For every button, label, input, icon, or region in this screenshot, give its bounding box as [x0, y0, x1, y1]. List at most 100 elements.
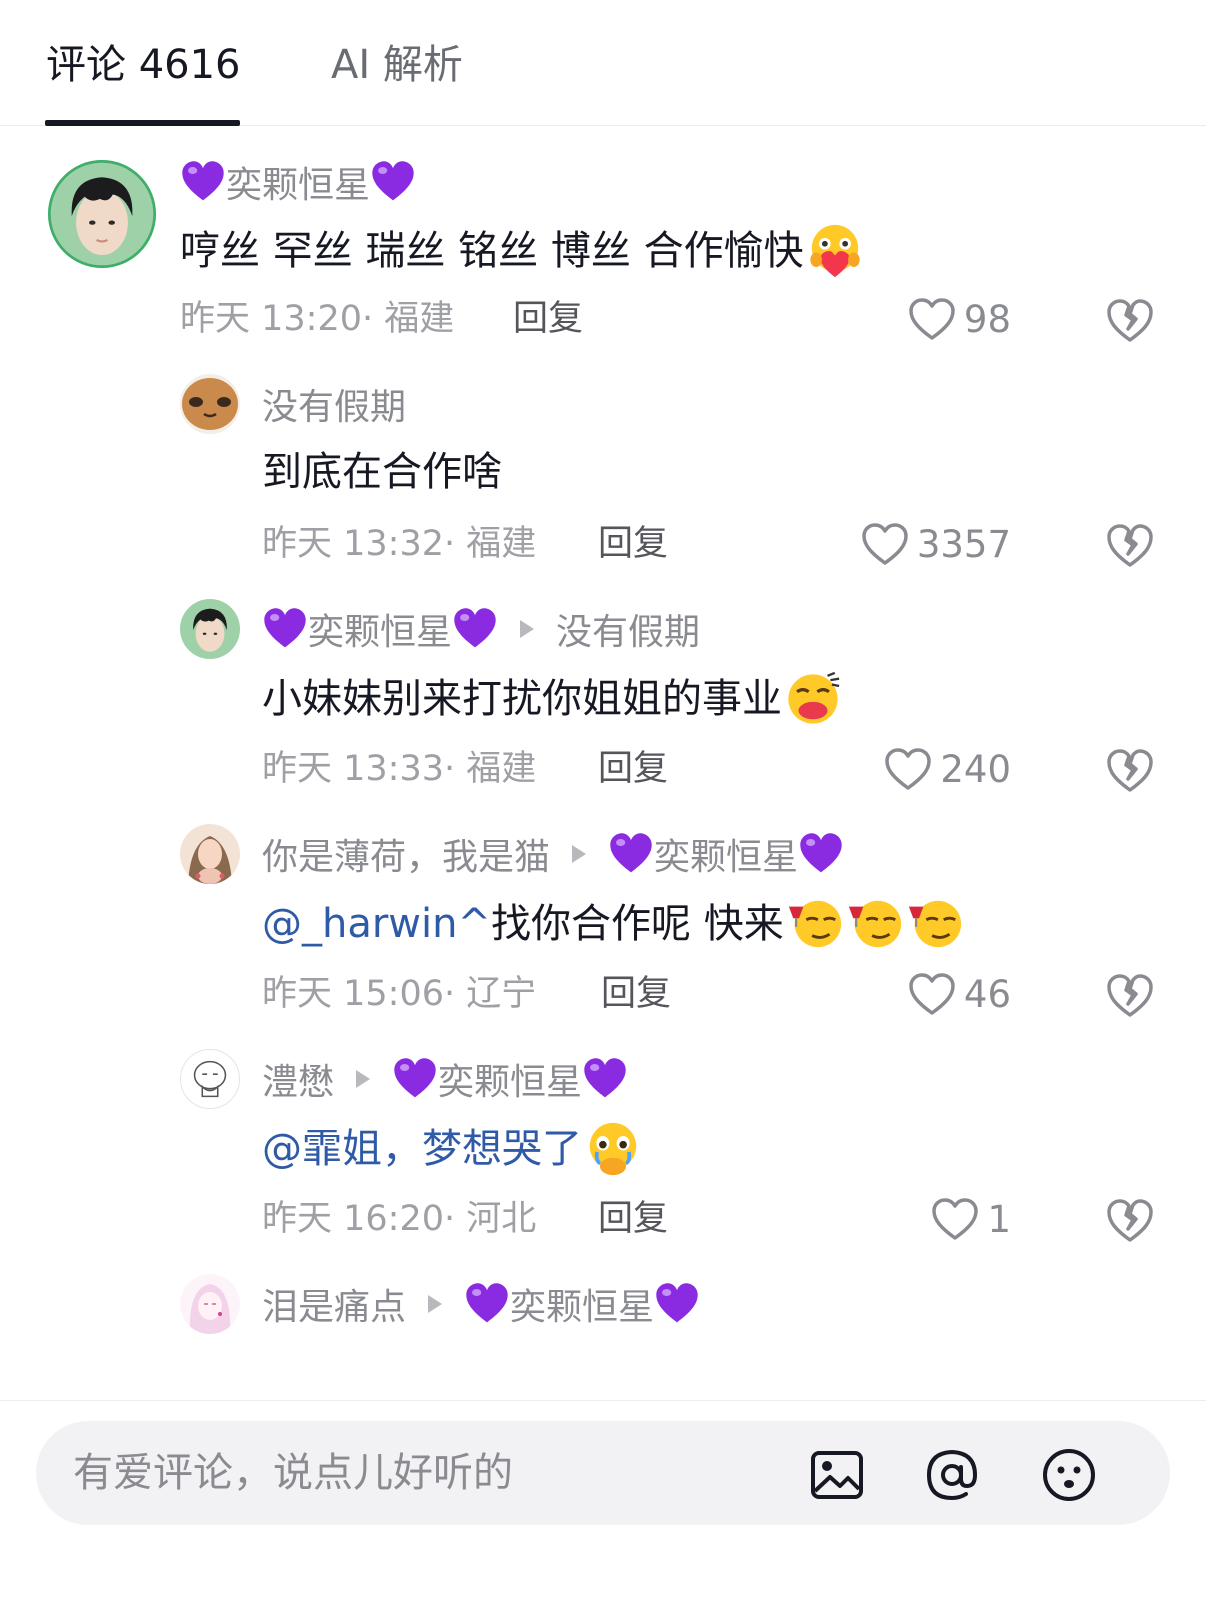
comment-list[interactable]: 奕颗恒星 哼丝 罕丝 瑞丝 铭丝 博丝 合作愉快 昨天 13:20· 福建 回复… — [0, 127, 1206, 1400]
holding-back-tears-emoji — [584, 1120, 642, 1178]
comment-text: 哼丝 罕丝 瑞丝 铭丝 博丝 合作愉快 — [180, 222, 864, 280]
comment-author: 泪是痛点 奕颗恒星 — [262, 1277, 700, 1331]
comment-input-bar: 有爱评论，说点儿好听的 — [0, 1400, 1206, 1608]
reply-item: 奕颗恒星 没有假期 小妹妹别来打扰你姐姐的事业 昨天 13:33· 福建 回复 … — [0, 577, 1206, 802]
reply-to-username[interactable]: 奕颗恒星 — [438, 1053, 582, 1105]
reply-item: 泪是痛点 奕颗恒星 — [0, 1252, 1206, 1400]
broken-heart-icon[interactable] — [1106, 972, 1154, 1018]
image-icon[interactable] — [808, 1446, 866, 1504]
username[interactable]: 澧懋 — [262, 1053, 334, 1105]
avatar[interactable] — [180, 374, 240, 434]
broken-heart-icon[interactable] — [1106, 1197, 1154, 1243]
comment-author: 没有假期 — [262, 377, 406, 431]
mention-link[interactable]: @霏姐 — [262, 1122, 382, 1176]
timestamp: 昨天 16:20 — [262, 1199, 444, 1239]
reply-button[interactable]: 回复 — [601, 972, 671, 1016]
comment-author: 奕颗恒星 没有假期 — [262, 602, 700, 656]
comment-tabs: 评论 4616 AI 解析 — [0, 0, 1206, 126]
purple-heart-emoji — [798, 831, 844, 877]
like-button[interactable]: 3357 — [861, 519, 1011, 569]
like-button[interactable]: 240 — [884, 744, 1011, 794]
purple-heart-emoji — [392, 1056, 438, 1102]
reply-item: 澧懋 奕颗恒星 @霏姐 ，梦想哭了 昨天 16:20· 河北 回复 1 — [0, 1027, 1206, 1252]
tab-ai-analysis[interactable]: AI 解析 — [331, 40, 463, 90]
timestamp: 昨天 13:20 — [180, 299, 362, 339]
mention-link[interactable]: @_harwin^ — [262, 897, 491, 951]
at-icon[interactable] — [923, 1446, 981, 1504]
comment-author: 澧懋 奕颗恒星 — [262, 1052, 628, 1106]
comment-meta: 昨天 16:20· 河北 — [262, 1199, 537, 1239]
purple-heart-emoji — [582, 1056, 628, 1102]
comment-body: 小妹妹别来打扰你姐姐的事业 — [262, 676, 782, 722]
reply-button[interactable]: 回复 — [598, 1197, 668, 1241]
avatar[interactable] — [180, 1049, 240, 1109]
like-button[interactable]: 98 — [908, 294, 1011, 344]
reply-arrow-icon — [520, 620, 535, 638]
location: 河北 — [466, 1199, 537, 1239]
like-count: 98 — [963, 297, 1011, 341]
purple-heart-emoji — [262, 606, 308, 652]
purple-heart-emoji — [370, 159, 416, 205]
avatar[interactable] — [180, 1274, 240, 1334]
smirk-wine-face-emoji — [786, 895, 844, 953]
purple-heart-emoji — [452, 606, 498, 652]
comment-meta: 昨天 13:20· 福建 — [180, 299, 455, 339]
avatar[interactable] — [48, 160, 156, 268]
like-count: 3357 — [916, 522, 1011, 566]
like-count: 46 — [963, 972, 1011, 1016]
comment-body: 哼丝 罕丝 瑞丝 铭丝 博丝 合作愉快 — [180, 228, 804, 274]
avatar[interactable] — [180, 824, 240, 884]
comment-text: @霏姐 ，梦想哭了 — [262, 1120, 642, 1178]
timestamp: 昨天 13:32 — [262, 524, 444, 564]
smiley-icon[interactable] — [1040, 1446, 1098, 1504]
reply-arrow-icon — [572, 845, 587, 863]
comment-body: ，梦想哭了 — [382, 1126, 582, 1172]
reply-item: 没有假期 到底在合作啥 昨天 13:32· 福建 回复 3357 — [0, 352, 1206, 577]
purple-heart-emoji — [608, 831, 654, 877]
location: 福建 — [466, 749, 537, 789]
broken-heart-icon[interactable] — [1106, 297, 1154, 343]
comment-text: @_harwin^ 找你合作呢 快来 — [262, 895, 964, 953]
comment-text: 到底在合作啥 — [262, 445, 502, 499]
tab-comments[interactable]: 评论 4616 — [46, 40, 241, 90]
comment-author: 奕颗恒星 — [180, 155, 416, 209]
like-count: 240 — [940, 747, 1011, 791]
timestamp: 昨天 13:33 — [262, 749, 444, 789]
smirk-wine-face-emoji — [846, 895, 904, 953]
purple-heart-emoji — [464, 1281, 510, 1327]
timestamp: 昨天 15:06 — [262, 974, 444, 1014]
heart-outline-icon — [909, 298, 955, 340]
comment-meta: 昨天 15:06· 辽宁 — [262, 974, 537, 1014]
avatar[interactable] — [180, 599, 240, 659]
like-button[interactable]: 46 — [908, 969, 1011, 1019]
reply-to-username[interactable]: 没有假期 — [556, 603, 700, 655]
reply-to-username[interactable]: 奕颗恒星 — [654, 828, 798, 880]
kissing-face-emoji — [784, 670, 842, 728]
username[interactable]: 奕颗恒星 — [226, 156, 370, 208]
broken-heart-icon[interactable] — [1106, 522, 1154, 568]
active-tab-indicator — [45, 120, 240, 126]
comment-body: 找你合作呢 快来 — [491, 901, 784, 947]
heart-outline-icon — [885, 748, 932, 790]
location: 福建 — [466, 524, 537, 564]
comment-item: 奕颗恒星 哼丝 罕丝 瑞丝 铭丝 博丝 合作愉快 昨天 13:20· 福建 回复… — [0, 127, 1206, 352]
broken-heart-icon[interactable] — [1106, 747, 1154, 793]
heart-outline-icon — [909, 973, 955, 1015]
username[interactable]: 奕颗恒星 — [308, 603, 452, 655]
reply-button[interactable]: 回复 — [513, 297, 583, 341]
reply-arrow-icon — [356, 1070, 371, 1088]
reply-to-username[interactable]: 奕颗恒星 — [510, 1278, 654, 1330]
reply-button[interactable]: 回复 — [598, 522, 668, 566]
comment-author: 你是薄荷，我是猫 奕颗恒星 — [262, 827, 844, 881]
reply-button[interactable]: 回复 — [598, 747, 668, 791]
like-button[interactable]: 1 — [931, 1194, 1011, 1244]
smirk-wine-face-emoji — [906, 895, 964, 953]
username[interactable]: 没有假期 — [262, 378, 406, 430]
comment-input-placeholder[interactable]: 有爱评论，说点儿好听的 — [73, 1447, 513, 1499]
comment-input[interactable]: 有爱评论，说点儿好听的 — [36, 1421, 1170, 1525]
username[interactable]: 泪是痛点 — [262, 1278, 406, 1330]
purple-heart-emoji — [180, 159, 226, 205]
reply-arrow-icon — [428, 1295, 443, 1313]
username[interactable]: 你是薄荷，我是猫 — [262, 828, 550, 880]
comment-meta: 昨天 13:33· 福建 — [262, 749, 537, 789]
